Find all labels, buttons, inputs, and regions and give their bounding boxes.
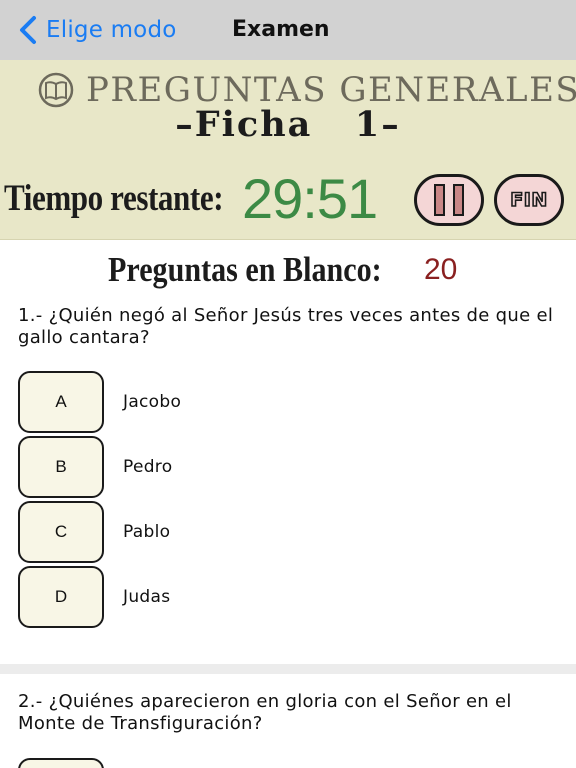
option-a-text: Jacobo <box>123 392 182 412</box>
sheet-title-prefix: – <box>175 104 195 145</box>
nav-title: Examen <box>232 17 330 42</box>
time-remaining-label: Tiempo restante: <box>4 178 224 219</box>
sheet-title: –Ficha 1– <box>0 102 576 148</box>
finish-button-label: FIN <box>509 188 548 212</box>
blank-questions-count: 20 <box>424 253 458 286</box>
time-remaining-value: 29:51 <box>242 167 378 230</box>
exam-header: PREGUNTAS GENERALES –Ficha 1– Tiempo res… <box>0 60 576 240</box>
option-b-button[interactable]: B <box>18 436 104 498</box>
option-c-button[interactable]: C <box>18 501 104 563</box>
option-d[interactable]: D Judas <box>18 566 558 628</box>
sheet-title-suffix: – <box>381 104 401 145</box>
navigation-bar: Elige modo Examen <box>0 0 576 60</box>
back-button[interactable]: Elige modo <box>14 14 177 46</box>
option-d-button[interactable]: D <box>18 566 104 628</box>
question-2-text: 2.- ¿Quiénes aparecieron en gloria con e… <box>18 691 512 734</box>
option-c[interactable]: C Pablo <box>18 501 558 563</box>
chevron-left-icon <box>20 16 36 44</box>
sheet-title-text: Ficha 1 <box>194 104 382 145</box>
question-1-text: 1.- ¿Quién negó al Señor Jesús tres vece… <box>18 305 554 348</box>
option-d-text: Judas <box>123 587 171 607</box>
blank-questions-label: Preguntas en Blanco: <box>108 250 382 289</box>
pause-icon <box>434 184 445 216</box>
finish-button[interactable]: FIN <box>494 174 564 226</box>
question-2-option-a-button[interactable] <box>18 758 104 768</box>
option-a[interactable]: A Jacobo <box>18 371 558 433</box>
back-button-label: Elige modo <box>46 17 177 43</box>
option-b[interactable]: B Pedro <box>18 436 558 498</box>
option-b-text: Pedro <box>123 457 173 477</box>
option-a-button[interactable]: A <box>18 371 104 433</box>
question-divider <box>0 664 576 674</box>
option-c-text: Pablo <box>123 522 171 542</box>
pause-button[interactable] <box>414 174 484 226</box>
pause-icon <box>453 184 464 216</box>
